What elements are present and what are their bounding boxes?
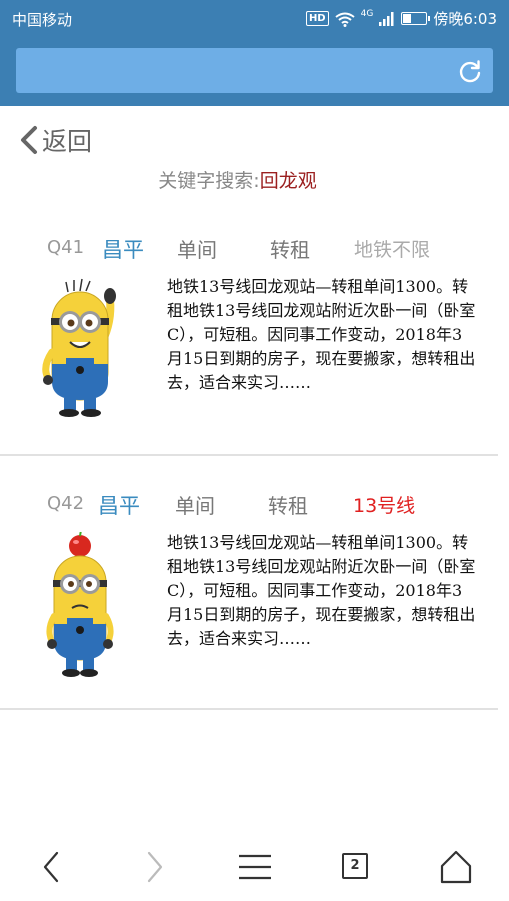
listing-item[interactable]: Q42 昌平 单间 转租 13号线 地铁13号线回龙观站—转租单间1300。转租… bbox=[0, 486, 509, 696]
back-label: 返回 bbox=[42, 127, 93, 156]
search-keyword-line: 关键字搜索:回龙观 bbox=[0, 166, 475, 193]
minion-waving-icon bbox=[42, 278, 116, 417]
listing-subway: 地铁不限 bbox=[354, 239, 431, 261]
signal-icon bbox=[379, 11, 394, 26]
forward-arrow-icon[interactable] bbox=[132, 845, 176, 889]
battery-icon bbox=[401, 12, 431, 25]
back-link[interactable]: 返回 bbox=[18, 122, 92, 158]
listing-code: Q41 bbox=[47, 237, 85, 258]
listing-divider bbox=[0, 708, 498, 710]
clock: 傍晚6:03 bbox=[433, 10, 497, 28]
url-field[interactable] bbox=[16, 48, 493, 93]
listing-description: 地铁13号线回龙观站—转租单间1300。转租地铁13号线回龙观站附近次卧一间（卧… bbox=[167, 277, 476, 392]
refresh-icon[interactable] bbox=[457, 58, 483, 84]
carrier-label: 中国移动 bbox=[12, 11, 73, 29]
listing-meta: Q41 昌平 单间 转租 地铁不限 bbox=[0, 230, 509, 266]
network-type-label: 4G bbox=[360, 8, 374, 19]
menu-icon[interactable] bbox=[233, 845, 277, 889]
listing-code: Q42 bbox=[47, 493, 85, 514]
tab-count: 2 bbox=[342, 853, 368, 879]
listing-description: 地铁13号线回龙观站—转租单间1300。转租地铁13号线回龙观站附近次卧一间（卧… bbox=[167, 533, 476, 648]
listing-subway: 13号线 bbox=[353, 495, 416, 517]
listing-meta: Q42 昌平 单间 转租 13号线 bbox=[0, 486, 509, 522]
bottom-nav: 2 bbox=[0, 835, 509, 895]
listing-district: 昌平 bbox=[102, 238, 144, 262]
search-keyword: 回龙观 bbox=[259, 170, 317, 192]
listing-room-type: 单间 bbox=[177, 238, 217, 262]
chevron-left-icon bbox=[21, 126, 37, 154]
listing-rent-type: 转租 bbox=[270, 238, 310, 262]
status-bar: 中国移动 HD 4G 傍晚6:03 bbox=[0, 0, 509, 36]
hd-icon: HD bbox=[305, 11, 329, 26]
status-icons: HD 4G 傍晚6:03 bbox=[305, 8, 497, 29]
listing-rent-type: 转租 bbox=[268, 494, 308, 518]
listing-divider bbox=[0, 454, 498, 456]
tabs-icon[interactable]: 2 bbox=[334, 845, 378, 889]
back-arrow-icon[interactable] bbox=[30, 845, 74, 889]
minion-apple-icon bbox=[46, 532, 114, 677]
listing-item[interactable]: Q41 昌平 单间 转租 地铁不限 地铁13号线回龙观站—转租单间1300。转租… bbox=[0, 230, 509, 430]
wifi-icon bbox=[334, 12, 355, 27]
home-icon[interactable] bbox=[434, 845, 478, 889]
search-prefix: 关键字搜索: bbox=[158, 170, 260, 192]
top-bar bbox=[0, 36, 509, 106]
listing-district: 昌平 bbox=[98, 494, 140, 518]
listing-room-type: 单间 bbox=[175, 494, 215, 518]
